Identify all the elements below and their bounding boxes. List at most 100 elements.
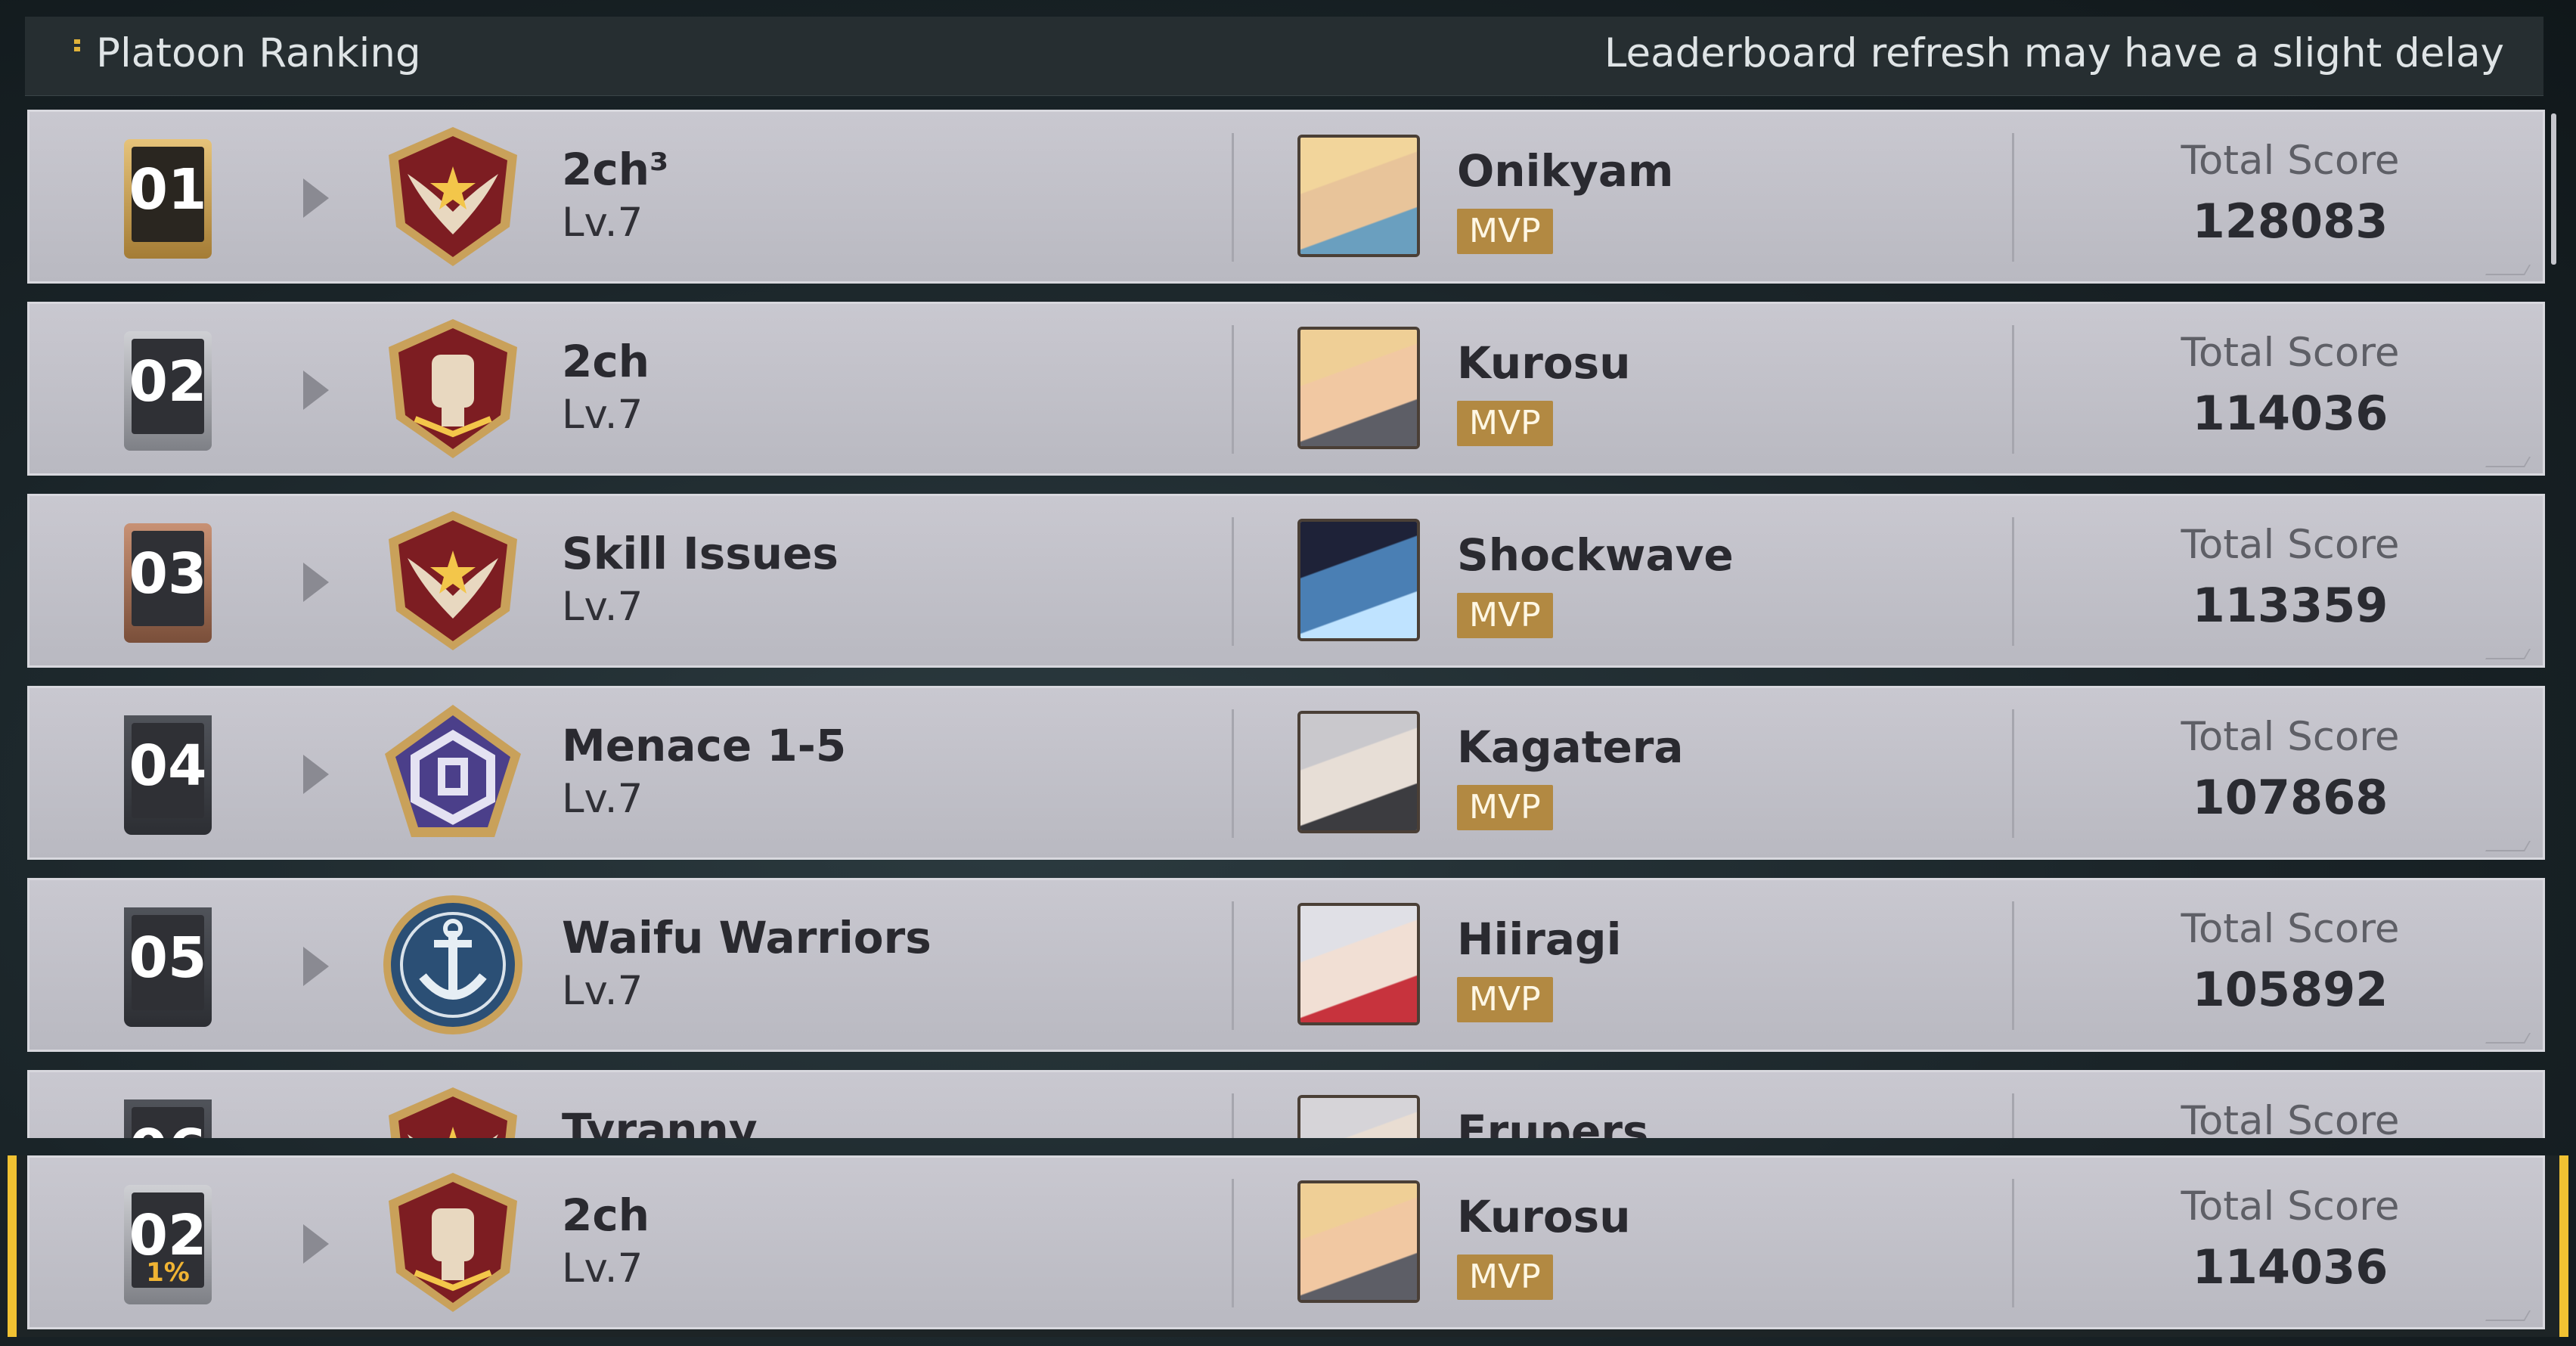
rank-badge: 04 [124, 715, 212, 835]
expand-arrow-icon[interactable] [303, 563, 329, 602]
corner-decoration [2485, 649, 2531, 659]
corner-decoration [2485, 1310, 2531, 1321]
mvp-name: Onikyam [1457, 145, 1674, 197]
divider [1232, 133, 1234, 262]
divider [1232, 709, 1234, 838]
rank-number: 04 [129, 733, 207, 799]
divider [2012, 901, 2014, 1030]
mvp-avatar[interactable] [1297, 903, 1420, 1025]
divider [2012, 133, 2014, 262]
scrollbar[interactable] [2551, 113, 2556, 265]
winged-star-emblem [377, 505, 529, 656]
score-value: 113359 [2192, 578, 2388, 633]
own-platoon-row: 02 1% 2ch Lv.7 Kurosu MVP Total Score 11… [8, 1155, 2568, 1337]
mvp-avatar[interactable] [1297, 1095, 1420, 1138]
divider [1232, 901, 1234, 1030]
rank-badge: 05 [124, 907, 212, 1027]
rank-badge: 02 [124, 331, 212, 451]
mvp-avatar[interactable] [1297, 1180, 1420, 1303]
score-label: Total Score [2181, 138, 2400, 184]
platoon-name: 2ch [562, 336, 650, 387]
corner-decoration [2485, 841, 2531, 851]
mvp-avatar[interactable] [1297, 519, 1420, 641]
corner-decoration [2485, 1033, 2531, 1044]
winged-star-emblem [377, 1081, 529, 1138]
mvp-name: Shockwave [1457, 529, 1734, 581]
score-value: 128083 [2192, 194, 2388, 249]
score-value: 105892 [2192, 962, 2388, 1017]
score-label: Total Score [2181, 1183, 2400, 1230]
rank-number: 06 [129, 1118, 207, 1138]
ranking-row[interactable]: 05 Waifu Warriors Lv.7 Hiiragi MVP Total… [27, 878, 2545, 1052]
hexagon-emblem [377, 697, 529, 848]
mvp-avatar[interactable] [1297, 135, 1420, 257]
winged-star-emblem [377, 121, 529, 272]
platoon-level: Lv.7 [562, 200, 643, 246]
score-label: Total Score [2181, 714, 2400, 760]
mvp-badge: MVP [1457, 593, 1553, 638]
rank-number: 03 [129, 541, 207, 606]
divider [2012, 1093, 2014, 1138]
rank-badge: 01 [124, 139, 212, 259]
score-label: Total Score [2181, 330, 2400, 376]
divider [1232, 1179, 1234, 1307]
mvp-badge: MVP [1457, 1255, 1553, 1300]
platoon-name: Skill Issues [562, 528, 839, 579]
ranking-row[interactable]: 02 2ch Lv.7 Kurosu MVP Total Score 11403… [27, 302, 2545, 476]
ranking-row[interactable]: 01 2ch³ Lv.7 Onikyam MVP Total Score 128… [27, 110, 2545, 284]
divider [2012, 325, 2014, 454]
divider [1232, 1093, 1234, 1138]
platoon-level: Lv.7 [562, 584, 643, 630]
expand-arrow-icon[interactable] [303, 178, 329, 218]
ranking-row[interactable]: 06 Tyranny Lv.7 Erupers MVP Total Score [27, 1070, 2545, 1138]
score-label: Total Score [2181, 906, 2400, 952]
rank-badge: 06 [124, 1099, 212, 1138]
rank-number: 02 [129, 349, 207, 414]
platoon-name: 2ch³ [562, 144, 669, 195]
expand-arrow-icon[interactable] [303, 371, 329, 410]
score-value: 114036 [2192, 1239, 2388, 1295]
score-value: 114036 [2192, 386, 2388, 441]
mvp-badge: MVP [1457, 977, 1553, 1022]
mvp-name: Kurosu [1457, 337, 1631, 389]
divider [1232, 517, 1234, 646]
platoon-level: Lv.7 [562, 968, 643, 1014]
rank-badge: 02 1% [124, 1185, 212, 1304]
ranking-row[interactable]: 04 Menace 1-5 Lv.7 Kagatera MVP Total Sc… [27, 686, 2545, 860]
fist-emblem [377, 1167, 529, 1318]
rank-badge: 03 [124, 523, 212, 643]
expand-arrow-icon[interactable] [303, 755, 329, 794]
mvp-name: Erupers [1457, 1106, 1649, 1138]
mvp-badge: MVP [1457, 209, 1553, 254]
mvp-name: Kurosu [1457, 1191, 1631, 1242]
anchor-emblem [377, 889, 529, 1041]
ranking-row[interactable]: 03 Skill Issues Lv.7 Shockwave MVP Total… [27, 494, 2545, 668]
platoon-level: Lv.7 [562, 776, 643, 822]
rank-number: 01 [129, 157, 207, 222]
platoon-level: Lv.7 [562, 392, 643, 438]
ranking-row[interactable]: 02 1% 2ch Lv.7 Kurosu MVP Total Score 11… [27, 1155, 2545, 1329]
mvp-badge: MVP [1457, 401, 1553, 446]
platoon-level: Lv.7 [562, 1245, 643, 1292]
mvp-name: Kagatera [1457, 721, 1684, 773]
expand-arrow-icon[interactable] [303, 1224, 329, 1264]
divider [2012, 1179, 2014, 1307]
mvp-name: Hiiragi [1457, 913, 1622, 965]
mvp-avatar[interactable] [1297, 327, 1420, 449]
highlight-bar-right [2559, 1155, 2568, 1337]
divider [2012, 517, 2014, 646]
divider [1232, 325, 1234, 454]
mvp-badge: MVP [1457, 785, 1553, 830]
rank-number: 05 [129, 926, 207, 991]
highlight-bar-left [8, 1155, 17, 1337]
score-label: Total Score [2181, 1098, 2400, 1138]
divider [2012, 709, 2014, 838]
mvp-avatar[interactable] [1297, 711, 1420, 833]
platoon-name: 2ch [562, 1189, 650, 1241]
score-value: 107868 [2192, 770, 2388, 825]
corner-decoration [2485, 457, 2531, 467]
fist-emblem [377, 313, 529, 464]
platoon-name: Tyranny [562, 1104, 758, 1138]
expand-arrow-icon[interactable] [303, 947, 329, 986]
ranking-list[interactable]: 01 2ch³ Lv.7 Onikyam MVP Total Score 128… [0, 0, 2576, 1138]
